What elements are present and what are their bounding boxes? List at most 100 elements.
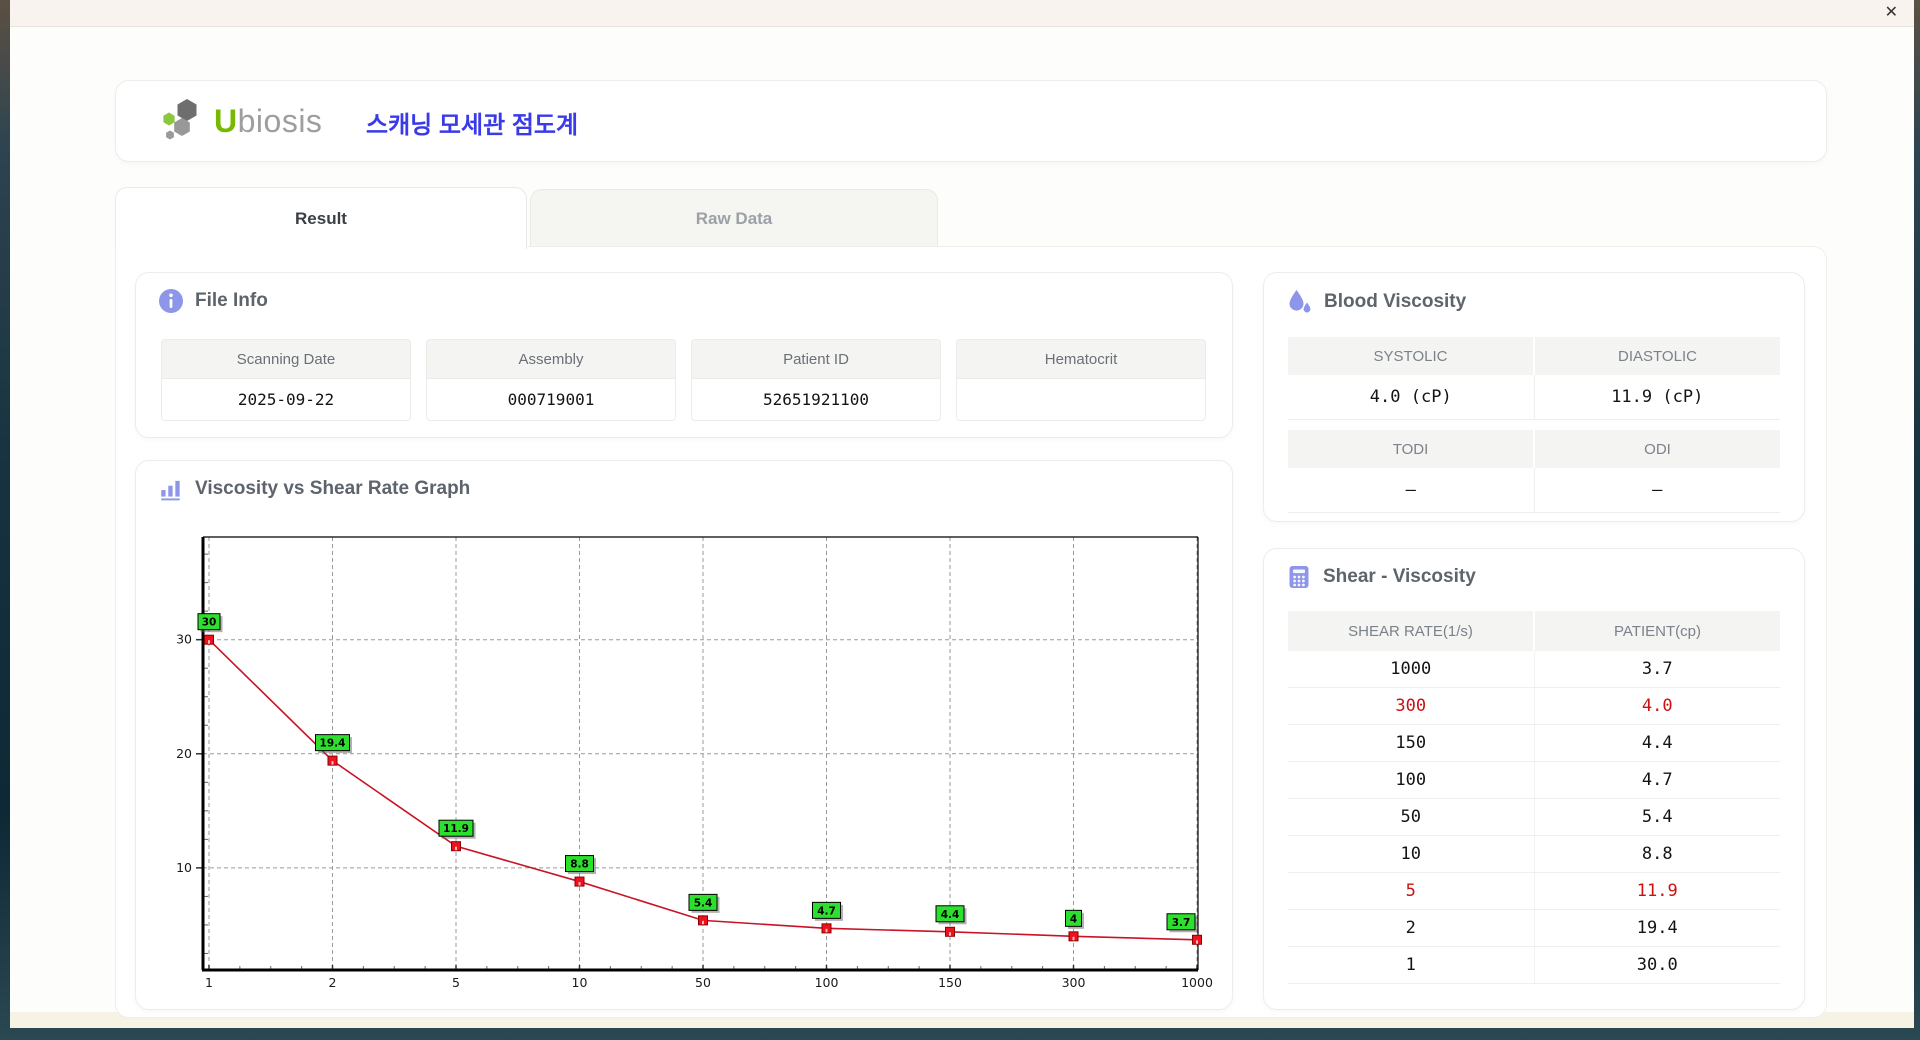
calculator-icon (1289, 566, 1309, 588)
svg-text:30: 30 (202, 617, 217, 629)
svg-text:1000: 1000 (1181, 975, 1213, 990)
bv-gap (1288, 420, 1780, 430)
field-value (956, 379, 1206, 421)
file-info-fields: Scanning Date 2025-09-22 Assembly 000719001… (161, 339, 1206, 421)
bv-header-row: SYSTOLIC DIASTOLIC (1288, 337, 1780, 375)
brand-name: Ubiosis (214, 103, 322, 140)
patient-cell: 8.8 (1641, 844, 1673, 864)
table-row: 150 4.4 (1288, 725, 1780, 762)
bv-value: – (1288, 468, 1535, 513)
file-info-field: Hematocrit (956, 339, 1206, 421)
graph-title: Viscosity vs Shear Rate Graph (158, 476, 470, 502)
field-value: 2025-09-22 (161, 379, 411, 421)
shear-rate-column-header: SHEAR RATE(1/s) (1288, 611, 1535, 651)
svg-text:150: 150 (938, 975, 962, 990)
patient-cell: 19.4 (1636, 918, 1678, 938)
file-info-field: Assembly 000719001 (426, 339, 676, 421)
shear-rate-cell: 1 (1288, 947, 1535, 983)
shear-rate-cell: 50 (1288, 799, 1535, 835)
app-window: ✕ Ubiosis 스캐닝 모세관 점도계 Result Raw Data Fi… (10, 0, 1914, 1028)
blood-drops-icon (1289, 290, 1311, 313)
svg-text:5.4: 5.4 (694, 897, 713, 909)
bv-value: 4.0 (cP) (1288, 375, 1535, 420)
window-titlebar: ✕ (10, 0, 1914, 27)
file-info-title: File Info (158, 288, 268, 314)
patient-cell: 4.4 (1641, 733, 1673, 753)
shear-table-body: 1000 3.7 300 4.0 150 4.4 100 4.7 50 5.4 10 8.8 5 11.9… (1288, 651, 1780, 984)
file-info-title-text: File Info (195, 290, 268, 311)
bv-header-row: TODI ODI (1288, 430, 1780, 468)
close-icon[interactable]: ✕ (1885, 2, 1898, 24)
svg-text:4.4: 4.4 (941, 909, 960, 921)
patient-cell: 3.7 (1641, 659, 1673, 679)
table-row: 1000 3.7 (1288, 651, 1780, 688)
shear-viscosity-table: SHEAR RATE(1/s) PATIENT(cp) 1000 3.7 300 4.… (1288, 611, 1780, 984)
table-row: 5 11.9 (1288, 873, 1780, 910)
info-icon (159, 289, 183, 313)
svg-text:10: 10 (176, 860, 192, 875)
bv-label: TODI (1288, 430, 1535, 468)
tab-raw-data[interactable]: Raw Data (530, 189, 938, 248)
blood-viscosity-card: Blood Viscosity SYSTOLIC DIASTOLIC 4.0 (cP… (1263, 272, 1805, 522)
svg-text:5: 5 (452, 975, 460, 990)
blood-viscosity-title-text: Blood Viscosity (1324, 290, 1467, 312)
svg-text:4: 4 (1070, 913, 1077, 925)
tab-result[interactable]: Result (115, 187, 527, 249)
file-info-field: Scanning Date 2025-09-22 (161, 339, 411, 421)
patient-cell: 11.9 (1636, 881, 1678, 901)
table-row: 300 4.0 (1288, 688, 1780, 725)
svg-text:8.8: 8.8 (570, 859, 589, 871)
app-title: 스캐닝 모세관 점도계 (366, 112, 579, 139)
svg-text:300: 300 (1062, 975, 1086, 990)
shear-viscosity-title: Shear - Viscosity (1286, 564, 1476, 590)
bv-label: DIASTOLIC (1535, 337, 1780, 375)
patient-cell: 30.0 (1636, 955, 1678, 975)
brand-logo: Ubiosis (160, 98, 322, 144)
field-label: Patient ID (691, 339, 941, 379)
shear-rate-cell: 1000 (1288, 651, 1535, 687)
patient-cell: 5.4 (1641, 807, 1673, 827)
ubiosis-hexagon-logo-icon (163, 99, 197, 140)
bv-value-row: – – (1288, 468, 1780, 513)
svg-text:3.7: 3.7 (1172, 917, 1191, 929)
svg-text:100: 100 (815, 975, 839, 990)
graph-title-text: Viscosity vs Shear Rate Graph (195, 478, 471, 499)
header-card: Ubiosis 스캐닝 모세관 점도계 (115, 80, 1827, 162)
shear-table-header: SHEAR RATE(1/s) PATIENT(cp) (1288, 611, 1780, 651)
shear-rate-cell: 10 (1288, 836, 1535, 872)
file-info-field: Patient ID 52651921100 (691, 339, 941, 421)
field-label: Scanning Date (161, 339, 411, 379)
patient-column-header: PATIENT(cp) (1614, 622, 1701, 640)
svg-text:30: 30 (176, 632, 192, 647)
field-label: Assembly (426, 339, 676, 379)
bv-value-row: 4.0 (cP) 11.9 (cP) (1288, 375, 1780, 420)
svg-text:50: 50 (695, 975, 711, 990)
shear-viscosity-title-text: Shear - Viscosity (1323, 566, 1476, 587)
bv-value: – (1534, 468, 1780, 513)
svg-text:10: 10 (572, 975, 588, 990)
viscosity-graph-card: 10 20 30 1 2 5 10 50 100 150 300 1000 30 19.4 11.9 8.8 5… (135, 460, 1233, 1010)
table-row: 10 8.8 (1288, 836, 1780, 873)
brand-u: U (214, 102, 238, 139)
field-value: 000719001 (426, 379, 676, 421)
shear-viscosity-card: Shear - Viscosity SHEAR RATE(1/s) PATIEN… (1263, 548, 1805, 1010)
brand-rest: biosis (237, 102, 323, 139)
shear-rate-cell: 5 (1288, 873, 1535, 909)
shear-rate-cell: 150 (1288, 725, 1535, 761)
field-value: 52651921100 (691, 379, 941, 421)
svg-text:11.9: 11.9 (443, 823, 469, 835)
field-label: Hematocrit (956, 339, 1206, 379)
patient-cell: 4.0 (1641, 696, 1673, 716)
bv-value: 11.9 (cP) (1534, 375, 1780, 420)
viscosity-shear-rate-chart: 10 20 30 1 2 5 10 50 100 150 300 1000 30 19.4 11.9 8.8 5… (176, 536, 1213, 990)
file-info-card: File Info Scanning Date 2025-09-22 Assembl… (135, 272, 1233, 438)
blood-viscosity-tables: SYSTOLIC DIASTOLIC 4.0 (cP) 11.9 (cP) TODI OD… (1288, 337, 1780, 513)
bv-label: ODI (1535, 430, 1780, 468)
table-row: 2 19.4 (1288, 910, 1780, 947)
blood-viscosity-title: Blood Viscosity (1286, 288, 1466, 315)
svg-text:2: 2 (329, 975, 337, 990)
svg-text:4.7: 4.7 (817, 905, 836, 917)
svg-text:1: 1 (205, 975, 213, 990)
svg-text:19.4: 19.4 (320, 738, 346, 750)
shear-rate-cell: 100 (1288, 762, 1535, 798)
